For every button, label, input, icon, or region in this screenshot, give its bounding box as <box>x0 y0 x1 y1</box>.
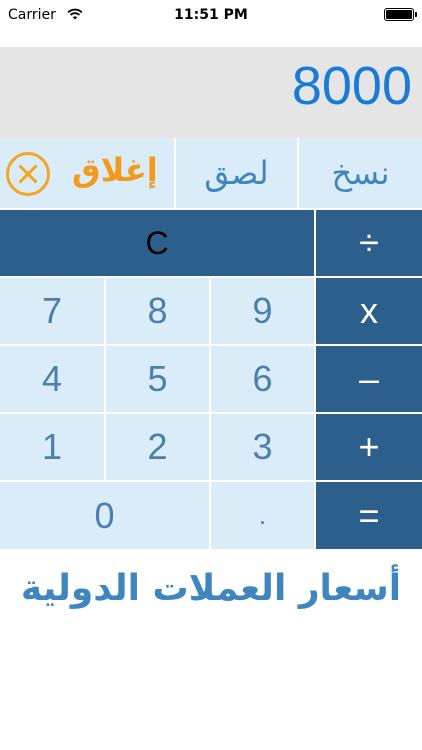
plus-button[interactable]: + <box>316 414 422 480</box>
action-bar: نسخ لصق إغلاق <box>0 138 422 208</box>
calculator-display: 8000 <box>0 47 422 138</box>
status-bar: Carrier 11:51 PM <box>0 0 422 40</box>
digit-0-button[interactable]: 0 <box>0 482 209 549</box>
minus-button[interactable]: – <box>316 346 422 412</box>
multiply-button[interactable]: x <box>316 278 422 344</box>
digit-4-button[interactable]: 4 <box>0 346 104 412</box>
digit-2-button[interactable]: 2 <box>106 414 209 480</box>
close-icon <box>6 152 50 196</box>
copy-label: نسخ <box>331 154 390 192</box>
display-value: 8000 <box>291 56 412 116</box>
digit-8-button[interactable]: 8 <box>106 278 209 344</box>
paste-button[interactable]: لصق <box>176 138 297 208</box>
digit-3-button[interactable]: 3 <box>211 414 314 480</box>
battery-icon <box>384 8 417 21</box>
digit-1-button[interactable]: 1 <box>0 414 104 480</box>
digit-6-button[interactable]: 6 <box>211 346 314 412</box>
clear-button[interactable]: C <box>0 210 314 276</box>
decimal-button[interactable]: . <box>211 482 314 549</box>
close-button[interactable]: إغلاق <box>0 138 174 208</box>
digit-7-button[interactable]: 7 <box>0 278 104 344</box>
paste-label: لصق <box>204 154 269 192</box>
equals-button[interactable]: = <box>316 482 422 549</box>
digit-9-button[interactable]: 9 <box>211 278 314 344</box>
copy-button[interactable]: نسخ <box>299 138 422 208</box>
clock: 11:51 PM <box>174 7 248 23</box>
close-label: إغلاق <box>72 151 158 189</box>
app-title: أسعار العملات الدولية <box>20 568 402 609</box>
digit-5-button[interactable]: 5 <box>106 346 209 412</box>
divide-button[interactable]: ÷ <box>316 210 422 276</box>
